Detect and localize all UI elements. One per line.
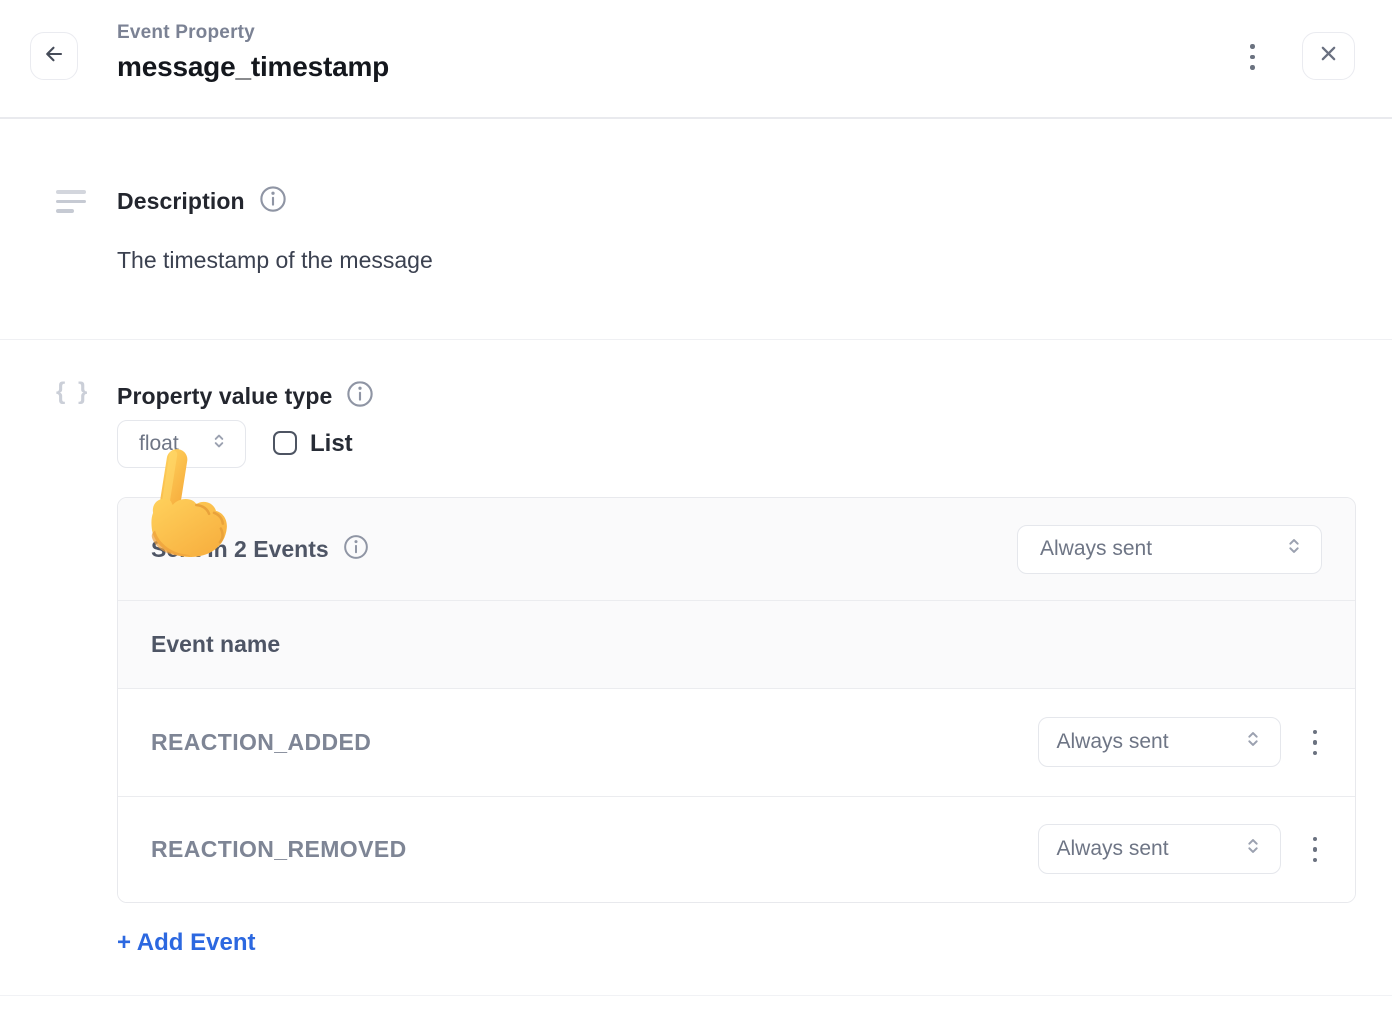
property-type-heading: Property value type (117, 383, 332, 410)
events-panel-heading: Sent In 2 Events (151, 536, 329, 563)
panel-header-bar: Event Property message_timestamp (0, 0, 1392, 119)
row-more-options-button[interactable] (1303, 724, 1328, 762)
property-type-heading-row: Property value type (117, 379, 375, 414)
chevron-up-down-icon (1242, 835, 1264, 863)
event-name-column-header: Event name (118, 601, 1355, 689)
list-checkbox-label: List (310, 430, 353, 458)
close-button[interactable] (1302, 32, 1355, 80)
info-icon[interactable] (258, 184, 288, 219)
add-event-link[interactable]: + Add Event (117, 929, 255, 957)
value-type-dropdown[interactable]: float (117, 420, 246, 468)
table-row: REACTION_ADDED Always sent (118, 689, 1355, 795)
chevron-up-down-icon (1283, 535, 1305, 563)
row-sent-mode-value: Always sent (1057, 837, 1169, 861)
page-title: message_timestamp (117, 51, 389, 83)
arrow-left-icon (42, 42, 66, 71)
chevron-up-down-icon (1242, 728, 1264, 756)
title-block: Event Property message_timestamp (117, 22, 389, 83)
info-icon[interactable] (345, 379, 375, 414)
entity-type-label: Event Property (117, 22, 389, 44)
global-sent-mode-value: Always sent (1040, 537, 1152, 561)
info-icon[interactable] (342, 533, 370, 566)
row-sent-mode-value: Always sent (1057, 730, 1169, 754)
table-row: REACTION_REMOVED Always sent (118, 796, 1355, 902)
description-heading-row: Description (117, 184, 288, 219)
row-sent-mode-dropdown[interactable]: Always sent (1038, 824, 1281, 874)
event-name[interactable]: REACTION_ADDED (151, 729, 371, 756)
sent-in-events-panel: Sent In 2 Events Always sent Event name … (117, 497, 1356, 903)
more-options-button[interactable] (1240, 38, 1265, 76)
description-heading: Description (117, 188, 245, 215)
event-name-column-label: Event name (151, 631, 280, 658)
bottom-divider (0, 995, 1392, 996)
row-more-options-button[interactable] (1303, 831, 1328, 869)
chevron-up-down-icon (209, 431, 229, 457)
list-checkbox[interactable] (273, 431, 297, 455)
row-sent-mode-dropdown[interactable]: Always sent (1038, 717, 1281, 767)
braces-icon: { } (56, 378, 90, 406)
global-sent-mode-dropdown[interactable]: Always sent (1017, 525, 1322, 574)
back-button[interactable] (30, 32, 78, 80)
description-icon (56, 190, 86, 213)
value-type-selected: float (139, 432, 179, 456)
events-panel-header: Sent In 2 Events Always sent (118, 498, 1355, 601)
event-name[interactable]: REACTION_REMOVED (151, 836, 407, 863)
close-icon (1318, 43, 1339, 69)
section-divider (0, 339, 1392, 340)
description-text[interactable]: The timestamp of the message (117, 247, 433, 274)
